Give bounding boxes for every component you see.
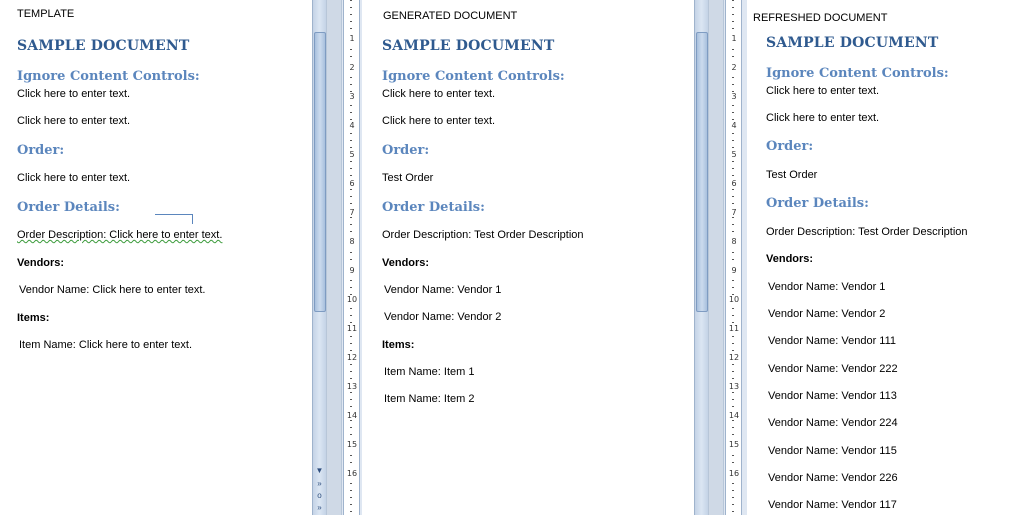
template-label: TEMPLATE xyxy=(17,8,75,20)
order-description[interactable]: Order Description: Test Order Descriptio… xyxy=(766,226,968,238)
ruler-number: 3 xyxy=(728,92,740,101)
ruler-number: 9 xyxy=(728,266,740,275)
order-description-control[interactable]: Order Description: Click here to enter t… xyxy=(17,229,222,241)
ruler-number: 8 xyxy=(728,237,740,246)
ignore-content-controls-heading: Ignore Content Controls: xyxy=(17,69,200,84)
vendor-name-1[interactable]: Vendor Name: Vendor 1 xyxy=(768,281,885,293)
next-page-icon[interactable]: » xyxy=(313,503,326,512)
items-label: Items: xyxy=(17,312,50,324)
ruler-number: 13 xyxy=(346,382,358,391)
refreshed-label: REFRESHED DOCUMENT xyxy=(753,12,888,24)
ruler-number: 16 xyxy=(346,469,358,478)
ruler-number: 1 xyxy=(728,34,740,43)
scrollbar-thumb[interactable] xyxy=(314,32,326,312)
scroll-down-icon[interactable]: ▼ xyxy=(313,466,326,475)
vendor-name-9[interactable]: Vendor Name: Vendor 117 xyxy=(768,499,897,511)
panel-divider-1: ▼ » o » 1 2 3 4 5 6 7 8 9 10 11 12 13 14 15 16 xyxy=(312,0,362,515)
vertical-scrollbar[interactable]: ▼ » o » xyxy=(312,0,327,515)
ruler-ticks xyxy=(732,0,734,515)
vendor-name-4[interactable]: Vendor Name: Vendor 222 xyxy=(768,363,898,375)
vertical-ruler: 1 2 3 4 5 6 7 8 9 10 11 12 13 14 15 16 xyxy=(343,0,360,515)
prev-page-icon[interactable]: » xyxy=(313,479,326,488)
ignore-control-2[interactable]: Click here to enter text. xyxy=(382,115,495,127)
ruler-number: 6 xyxy=(346,179,358,188)
scrollbar-thumb[interactable] xyxy=(696,32,708,312)
order-details-heading: Order Details: xyxy=(17,200,120,215)
ruler-number: 15 xyxy=(346,440,358,449)
ruler-number: 10 xyxy=(346,295,358,304)
ignore-control-1[interactable]: Click here to enter text. xyxy=(766,85,879,97)
ruler-number: 4 xyxy=(346,121,358,130)
ignore-content-controls-heading: Ignore Content Controls: xyxy=(766,66,949,81)
generated-panel: GENERATED DOCUMENT SAMPLE DOCUMENT Ignor… xyxy=(362,0,694,515)
ignore-content-controls-heading: Ignore Content Controls: xyxy=(382,69,565,84)
content-control-handle[interactable] xyxy=(155,214,193,224)
order-value[interactable]: Test Order xyxy=(766,169,817,181)
ruler-number: 11 xyxy=(346,324,358,333)
item-name-2[interactable]: Item Name: Item 2 xyxy=(384,393,474,405)
ruler-number: 11 xyxy=(728,324,740,333)
ignore-control-1[interactable]: Click here to enter text. xyxy=(17,88,130,100)
ruler-number: 2 xyxy=(728,63,740,72)
doc-title: SAMPLE DOCUMENT xyxy=(382,38,555,54)
vendor-name-2[interactable]: Vendor Name: Vendor 2 xyxy=(768,308,885,320)
template-panel: TEMPLATE SAMPLE DOCUMENT Ignore Content … xyxy=(0,0,312,515)
generated-label: GENERATED DOCUMENT xyxy=(383,10,518,22)
ruler-number: 9 xyxy=(346,266,358,275)
ruler-number: 10 xyxy=(728,295,740,304)
ruler-number: 16 xyxy=(728,469,740,478)
doc-title: SAMPLE DOCUMENT xyxy=(766,35,939,51)
vendors-label: Vendors: xyxy=(17,257,65,269)
order-content-control[interactable]: Click here to enter text. xyxy=(17,172,130,184)
order-heading: Order: xyxy=(17,143,65,158)
ruler-number: 14 xyxy=(728,411,740,420)
vertical-scrollbar[interactable] xyxy=(694,0,709,515)
ruler-number: 7 xyxy=(346,208,358,217)
ignore-control-2[interactable]: Click here to enter text. xyxy=(766,112,879,124)
ruler-number: 13 xyxy=(728,382,740,391)
vendor-name-6[interactable]: Vendor Name: Vendor 224 xyxy=(768,417,898,429)
ruler-number: 14 xyxy=(346,411,358,420)
order-heading: Order: xyxy=(382,143,430,158)
ruler-number: 12 xyxy=(728,353,740,362)
vendor-name-5[interactable]: Vendor Name: Vendor 113 xyxy=(768,390,897,402)
order-value[interactable]: Test Order xyxy=(382,172,433,184)
vertical-ruler: 1 2 3 4 5 6 7 8 9 10 11 12 13 14 15 16 xyxy=(725,0,742,515)
order-details-heading: Order Details: xyxy=(766,196,869,211)
vendor-name-2[interactable]: Vendor Name: Vendor 2 xyxy=(384,311,501,323)
ruler-number: 3 xyxy=(346,92,358,101)
refreshed-panel: REFRESHED DOCUMENT SAMPLE DOCUMENT Ignor… xyxy=(747,0,1024,515)
item-name-control[interactable]: Item Name: Click here to enter text. xyxy=(19,339,192,351)
ruler-number: 1 xyxy=(346,34,358,43)
vendor-name-control[interactable]: Vendor Name: Click here to enter text. xyxy=(19,284,205,296)
ignore-control-1[interactable]: Click here to enter text. xyxy=(382,88,495,100)
ruler-number: 5 xyxy=(346,150,358,159)
ignore-control-2[interactable]: Click here to enter text. xyxy=(17,115,130,127)
ruler-number: 7 xyxy=(728,208,740,217)
ruler-number: 12 xyxy=(346,353,358,362)
ruler-number: 5 xyxy=(728,150,740,159)
ruler-ticks xyxy=(350,0,352,515)
window-gutter xyxy=(708,0,724,515)
ruler-number: 6 xyxy=(728,179,740,188)
vendor-name-3[interactable]: Vendor Name: Vendor 111 xyxy=(768,335,896,347)
item-name-1[interactable]: Item Name: Item 1 xyxy=(384,366,474,378)
doc-title: SAMPLE DOCUMENT xyxy=(17,38,190,54)
order-heading: Order: xyxy=(766,139,814,154)
ruler-number: 8 xyxy=(346,237,358,246)
order-description[interactable]: Order Description: Test Order Descriptio… xyxy=(382,229,584,241)
panel-divider-2: 1 2 3 4 5 6 7 8 9 10 11 12 13 14 15 16 xyxy=(694,0,747,515)
order-details-heading: Order Details: xyxy=(382,200,485,215)
vendors-label: Vendors: xyxy=(382,257,430,269)
vendor-name-8[interactable]: Vendor Name: Vendor 226 xyxy=(768,472,898,484)
ruler-number: 4 xyxy=(728,121,740,130)
vendor-name-1[interactable]: Vendor Name: Vendor 1 xyxy=(384,284,501,296)
window-gutter xyxy=(326,0,342,515)
ruler-number: 15 xyxy=(728,440,740,449)
vendor-name-7[interactable]: Vendor Name: Vendor 115 xyxy=(768,445,897,457)
select-browse-object-icon[interactable]: o xyxy=(313,491,326,500)
items-label: Items: xyxy=(382,339,415,351)
ruler-number: 2 xyxy=(346,63,358,72)
vendors-label: Vendors: xyxy=(766,253,814,265)
